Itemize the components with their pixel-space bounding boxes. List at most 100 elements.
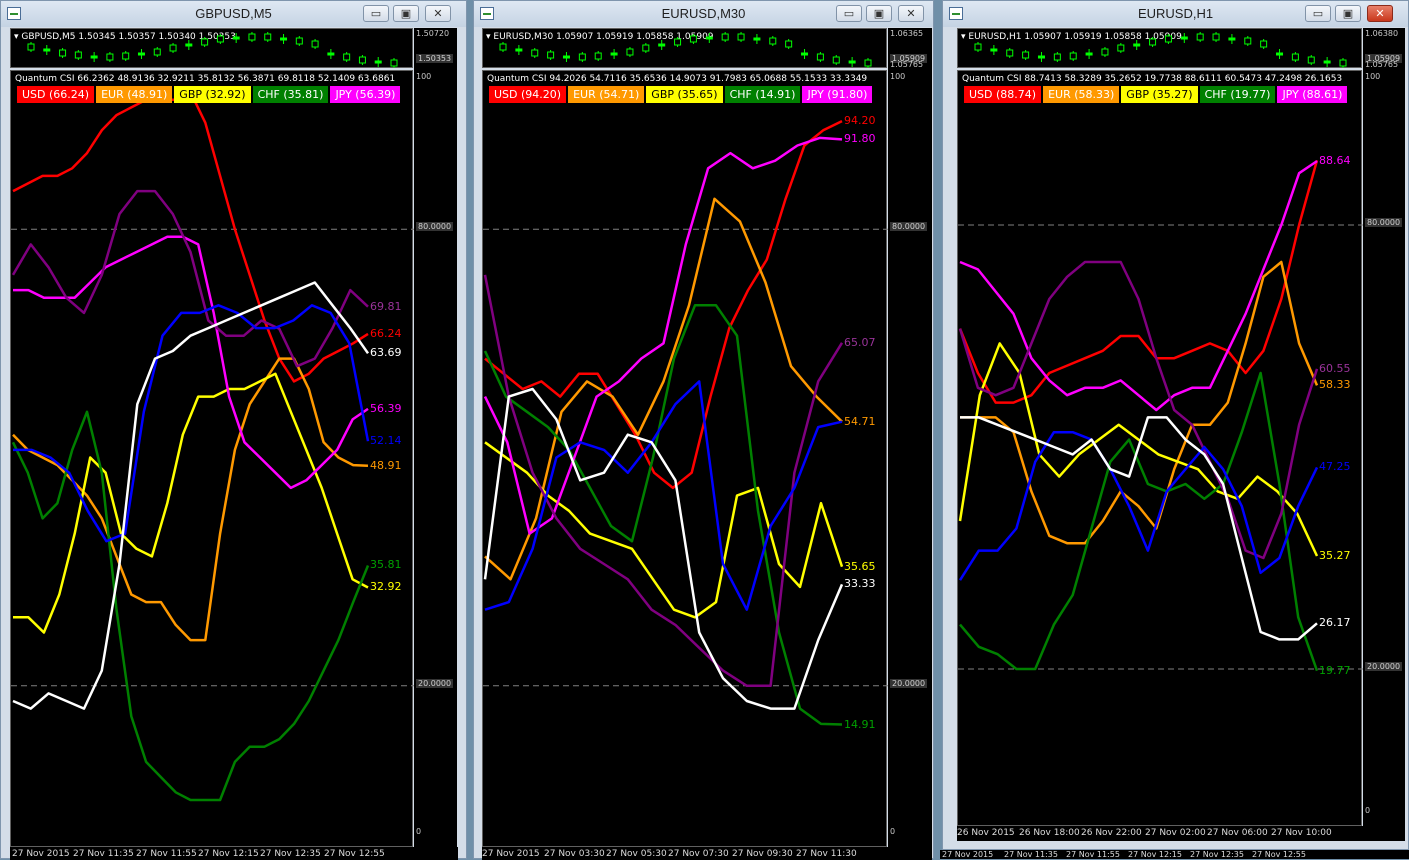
candle-body (1323, 60, 1331, 64)
candlestick-svg (499, 32, 872, 68)
price-subchart[interactable]: ▾ EURUSD,H1 1.05907 1.05919 1.05858 1.05… (957, 28, 1362, 68)
candle-body (1339, 59, 1347, 67)
price-scale[interactable]: 1.50720 1.50353 100 80.0000 20.0000 0 (414, 28, 457, 848)
price-scale-label: 1.06365 (890, 29, 924, 38)
candle-body (753, 37, 761, 41)
end-value-label: 14.91 (844, 717, 876, 731)
time-axis[interactable]: 27 Nov 2015 27 Nov 03:30 27 Nov 05:30 27 No… (482, 847, 932, 860)
candle-body (216, 35, 224, 43)
scale-label-upper: 80.0000 (890, 222, 928, 232)
candle-body (1085, 52, 1093, 56)
csi-indicator-chart[interactable]: Quantum CSI 66.2362 48.9136 32.9211 35.8… (10, 70, 414, 847)
scale-label-lower: 20.0000 (890, 678, 928, 688)
window-titlebar[interactable]: GBPUSD,M5 ▭ ▣ ✕ (1, 1, 466, 27)
price-scale-label: 1.06380 (1365, 29, 1399, 38)
series-line-purple (958, 260, 1319, 560)
close-button[interactable]: ✕ (1367, 5, 1393, 22)
candle-body (1276, 52, 1284, 56)
series-line-jpy (13, 235, 369, 490)
candle-body (1149, 38, 1157, 46)
currency-legend: USD (94.20) EUR (54.71) GBP (35.65) CHF (14… (489, 86, 874, 103)
time-tick-label: 27 Nov 12:55 (1252, 850, 1306, 859)
candle-body (785, 40, 793, 48)
end-value-label: 32.92 (370, 580, 402, 594)
time-axis[interactable]: 27 Nov 2015 27 Nov 11:35 27 Nov 11:55 27 No… (10, 847, 458, 860)
candle-body (594, 52, 602, 60)
time-tick-label: 27 Nov 09:30 (732, 849, 793, 859)
chart-window-eurusd-m30[interactable]: EURUSD,M30 ▭ ▣ ✕ ▾ EURUSD,M30 1.05907 1.… (473, 0, 934, 860)
minimize-button[interactable]: ▭ (836, 5, 862, 22)
candlestick-svg (27, 32, 398, 68)
chart-window-eurusd-h1[interactable]: EURUSD,H1 ▭ ▣ ✕ ▾ EURUSD,H1 1.05907 1.05… (942, 0, 1409, 850)
legend-item: GBP (32.92) (174, 86, 251, 103)
end-value-label: 35.65 (844, 559, 876, 573)
end-value-label: 88.64 (1319, 154, 1351, 168)
candle-body (1164, 35, 1172, 43)
restore-button[interactable]: ▣ (1335, 5, 1361, 22)
end-value-label: 69.81 (370, 299, 402, 313)
time-tick-label: 27 Nov 12:15 (198, 849, 259, 859)
price-scale[interactable]: 1.06365 1.05909 1.05765 100 80.0000 20.0000 0 (888, 28, 932, 848)
csi-indicator-chart[interactable]: Quantum CSI 88.7413 58.3289 35.2652 19.7… (957, 70, 1363, 826)
candle-body (816, 53, 824, 61)
end-value-label: 48.91 (370, 458, 402, 472)
candle-body (705, 36, 713, 40)
chart-window-gbpusd-m5[interactable]: GBPUSD,M5 ▭ ▣ ✕ ▾ GBPUSD,M5 1.50345 1.50… (0, 0, 467, 860)
minimize-button[interactable]: ▭ (1305, 5, 1331, 22)
window-titlebar[interactable]: EURUSD,M30 ▭ ▣ ✕ (474, 1, 933, 27)
scale-label-bottom: 0 (1365, 806, 1371, 815)
scale-label-top: 100 (1365, 72, 1381, 81)
legend-item: JPY (88.61) (1277, 86, 1348, 103)
end-value-label: 52.14 (370, 434, 402, 448)
price-scale-label: 1.50353 (416, 54, 454, 63)
candle-body (974, 43, 982, 51)
candle-body (43, 48, 51, 52)
legend-item: USD (94.20) (489, 86, 567, 103)
end-value-label: 60.55 (1319, 361, 1351, 375)
end-value-label: 54.71 (844, 414, 876, 428)
end-value-label: 65.07 (844, 335, 876, 349)
end-value-label: 35.27 (1319, 549, 1351, 562)
candle-body (499, 43, 507, 51)
time-axis[interactable]: 26 Nov 2015 26 Nov 18:00 26 Nov 22:00 27 No… (957, 826, 1405, 841)
candle-body (721, 33, 729, 41)
minimize-button[interactable]: ▭ (363, 5, 389, 22)
legend-item: JPY (56.39) (330, 86, 401, 103)
candle-body (248, 33, 256, 41)
time-tick-label: 27 Nov 12:55 (324, 849, 385, 859)
time-tick-label: 26 Nov 22:00 (1081, 828, 1142, 838)
candle-body (390, 59, 398, 67)
price-subchart[interactable]: ▾ GBPUSD,M5 1.50345 1.50357 1.50340 1.50… (10, 28, 413, 68)
candle-body (153, 48, 161, 56)
candle-body (90, 55, 98, 59)
csi-values-line: Quantum CSI 88.7413 58.3289 35.2652 19.7… (962, 74, 1343, 84)
scale-label-upper: 80.0000 (416, 222, 454, 232)
candle-body (327, 52, 335, 56)
window-titlebar[interactable]: EURUSD,H1 ▭ ▣ ✕ (943, 1, 1408, 27)
candle-body (295, 37, 303, 45)
candle-body (122, 52, 130, 60)
price-scale[interactable]: 1.06380 1.05909 1.05765 100 80.0000 20.0000 0 (1363, 28, 1405, 826)
close-button[interactable]: ✕ (898, 5, 924, 22)
candle-body (658, 43, 666, 47)
candle-body (201, 38, 209, 46)
candle-body (1053, 53, 1061, 61)
candle-body (1228, 37, 1236, 41)
scale-label-upper: 80.0000 (1365, 218, 1403, 227)
legend-item: CHF (35.81) (252, 86, 329, 103)
legend-item: EUR (48.91) (96, 86, 173, 103)
candle-body (531, 49, 539, 57)
restore-button[interactable]: ▣ (393, 5, 419, 22)
series-line-chf (959, 371, 1319, 672)
candle-body (27, 43, 35, 51)
candle-body (311, 40, 319, 48)
csi-indicator-chart[interactable]: Quantum CSI 94.2026 54.7116 35.6536 14.9… (482, 70, 888, 847)
price-subchart[interactable]: ▾ EURUSD,M30 1.05907 1.05919 1.05858 1.0… (482, 28, 887, 68)
legend-item: USD (88.74) (964, 86, 1042, 103)
candle-body (562, 55, 570, 59)
legend-item: GBP (35.65) (646, 86, 723, 103)
candle-body (801, 52, 809, 56)
restore-button[interactable]: ▣ (866, 5, 892, 22)
close-button[interactable]: ✕ (425, 5, 451, 22)
candle-body (232, 36, 240, 40)
